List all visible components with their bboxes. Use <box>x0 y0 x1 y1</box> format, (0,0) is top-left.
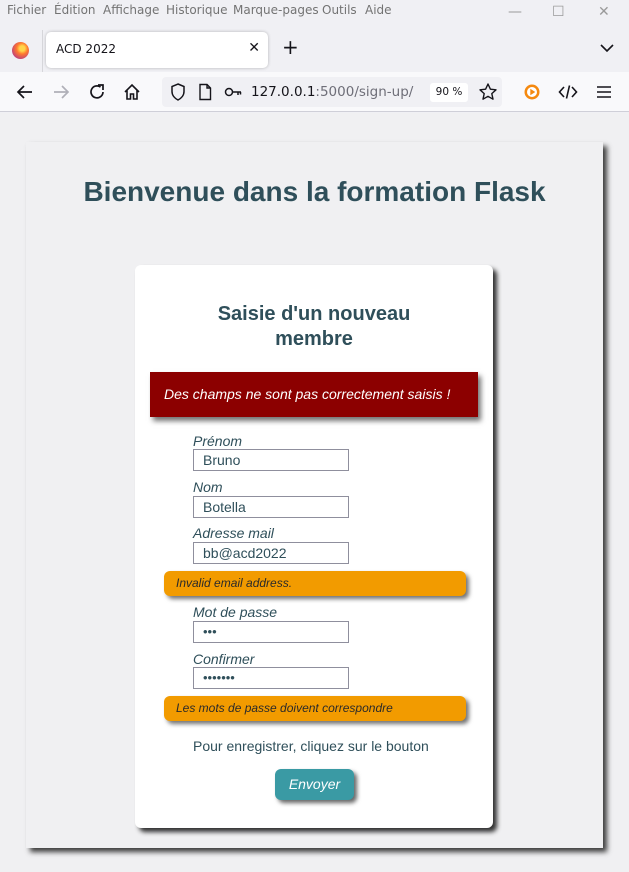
password-mismatch-error: Les mots de passe doivent correspondre <box>164 696 466 721</box>
window-close-button[interactable]: ✕ <box>598 4 610 20</box>
confirm-password-input[interactable]: ••••••• <box>193 667 349 689</box>
tab-acd-2022[interactable]: ACD 2022 ✕ <box>46 32 268 68</box>
home-icon[interactable] <box>122 82 142 102</box>
menu-affichage[interactable]: Affichage <box>103 3 159 17</box>
email-error-message: Invalid email address. <box>164 571 466 596</box>
bookmark-star-icon[interactable] <box>478 82 498 102</box>
flash-error-message: Des champs ne sont pas correctement sais… <box>150 372 478 417</box>
signup-form: Saisie d'un nouveau membre Des champs ne… <box>135 265 493 828</box>
confirm-password-label: Confirmer <box>193 651 255 667</box>
menu-outils[interactable]: Outils <box>322 3 357 17</box>
tab-divider <box>42 30 43 72</box>
maximize-button[interactable]: ☐ <box>552 4 565 20</box>
tab-bar: ACD 2022 ✕ + <box>0 24 629 78</box>
zoom-level-badge[interactable]: 90 % <box>430 83 468 102</box>
forward-icon[interactable] <box>51 82 71 102</box>
menu-fichier[interactable]: Fichier <box>7 3 46 17</box>
email-input[interactable]: bb@acd2022 <box>193 542 349 564</box>
menu-edition[interactable]: Édition <box>54 3 96 17</box>
devtools-icon[interactable] <box>558 82 578 102</box>
new-tab-button[interactable]: + <box>282 36 299 58</box>
form-title-line-1: Saisie d'un nouveau <box>217 303 411 325</box>
menu-bar: Fichier Édition Affichage Historique Mar… <box>0 0 629 24</box>
shield-icon[interactable] <box>168 82 188 102</box>
last-name-label: Nom <box>193 479 223 495</box>
page-icon[interactable] <box>195 82 215 102</box>
first-name-input[interactable]: Bruno <box>193 449 349 471</box>
submit-button[interactable]: Envoyer <box>275 769 354 800</box>
url-host: 127.0.0.1 <box>251 84 316 100</box>
menu-marque-pages[interactable]: Marque-pages <box>233 3 319 17</box>
page-title: Bienvenue dans la formation Flask <box>83 176 546 207</box>
password-label: Mot de passe <box>193 604 278 620</box>
form-title: Saisie d'un nouveau membre <box>135 302 493 352</box>
last-name-input[interactable]: Botella <box>193 496 349 518</box>
page-container: Bienvenue dans la formation Flask Saisie… <box>26 142 603 848</box>
password-input[interactable]: ••• <box>193 621 349 643</box>
form-title-line-2: membre <box>275 328 353 350</box>
reload-icon[interactable] <box>87 82 107 102</box>
firefox-logo-icon[interactable] <box>12 42 29 59</box>
navigation-toolbar: 127.0.0.1:5000/sign-up/ 90 % <box>0 72 629 112</box>
tab-title: ACD 2022 <box>56 42 116 56</box>
chevron-down-icon[interactable] <box>600 40 614 58</box>
url-text[interactable]: 127.0.0.1:5000/sign-up/ <box>251 84 413 100</box>
menu-icon[interactable] <box>594 82 614 102</box>
menu-historique[interactable]: Historique <box>166 3 228 17</box>
key-icon[interactable] <box>223 82 243 102</box>
submit-hint-text: Pour enregistrer, cliquez sur le bouton <box>193 738 429 754</box>
extension-icon[interactable] <box>522 82 542 102</box>
tab-close-icon[interactable]: ✕ <box>248 40 260 56</box>
email-label: Adresse mail <box>193 525 274 541</box>
first-name-label: Prénom <box>193 433 243 449</box>
back-icon[interactable] <box>15 82 35 102</box>
menu-aide[interactable]: Aide <box>365 3 392 17</box>
url-path: :5000/sign-up/ <box>315 84 414 100</box>
url-bar[interactable]: 127.0.0.1:5000/sign-up/ 90 % <box>162 77 502 107</box>
page-viewport: Bienvenue dans la formation Flask Saisie… <box>0 113 629 872</box>
minimize-button[interactable]: — <box>508 4 522 20</box>
